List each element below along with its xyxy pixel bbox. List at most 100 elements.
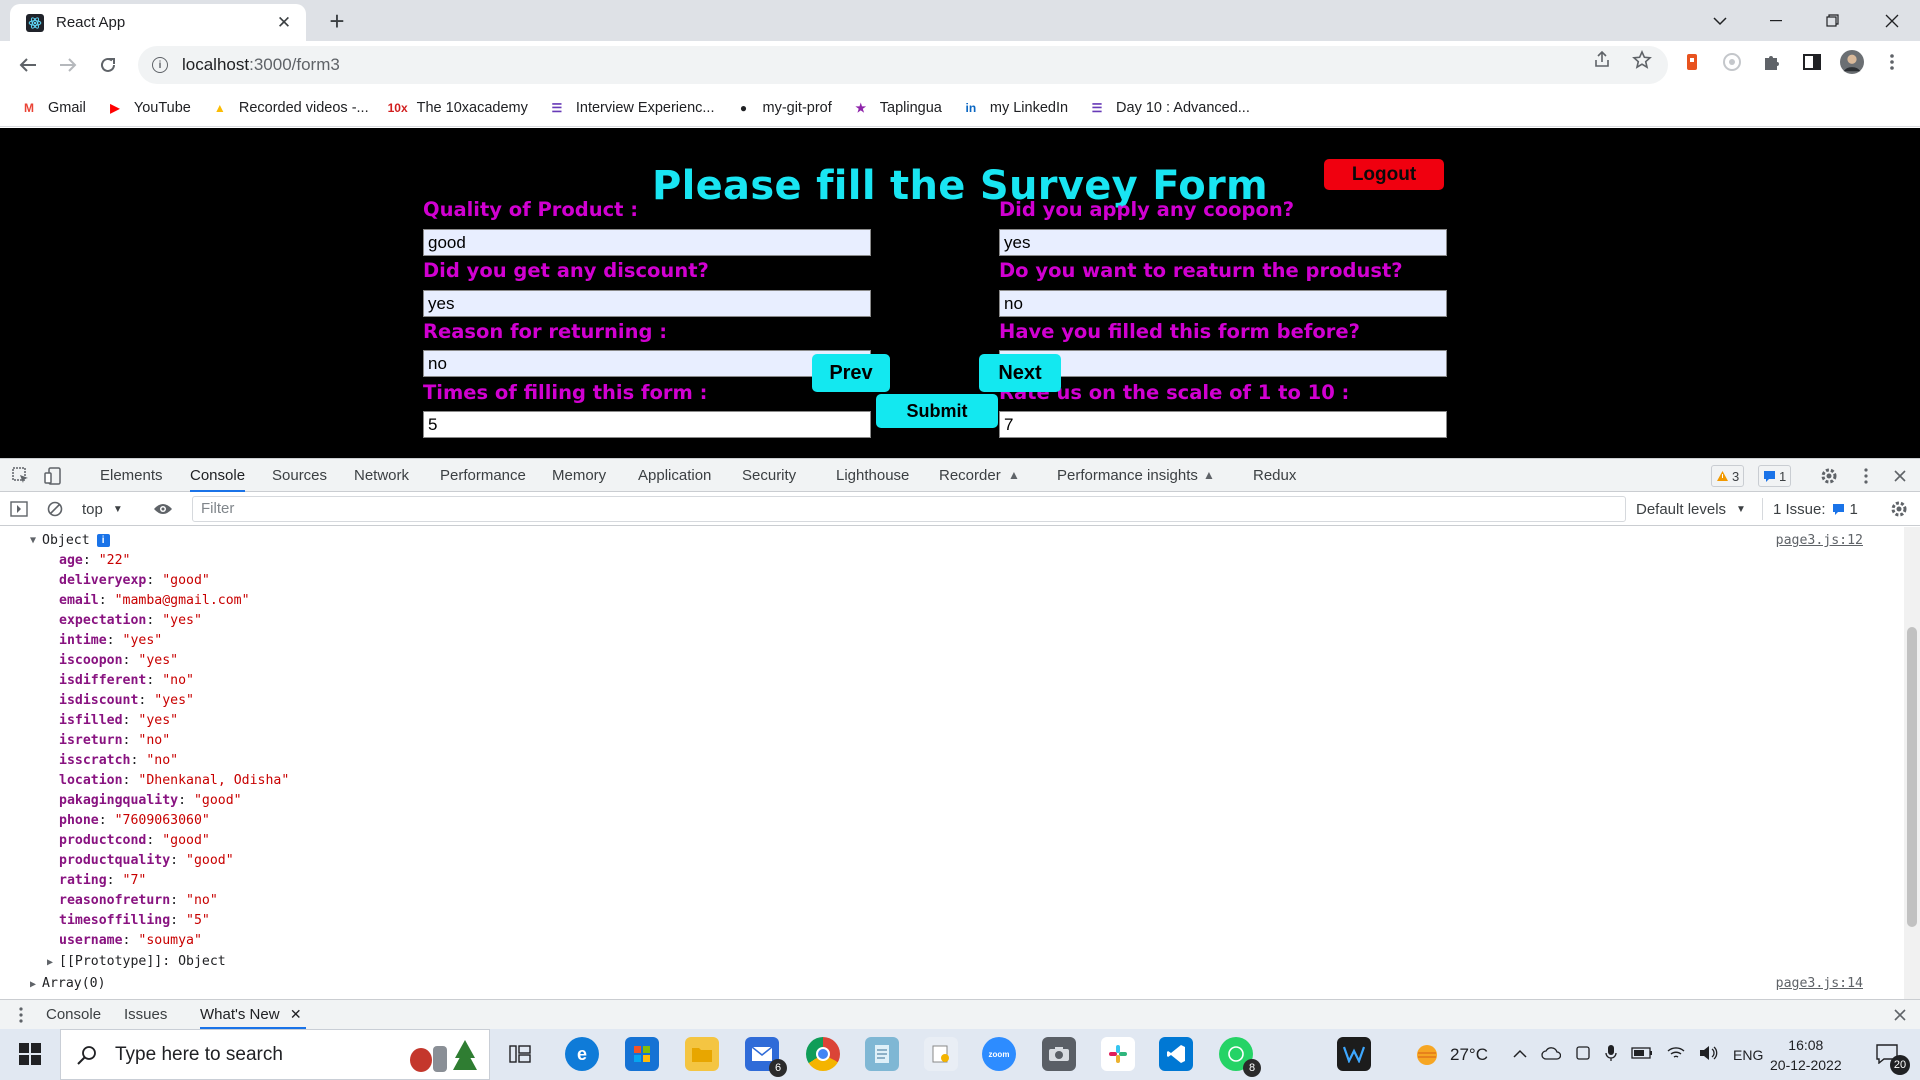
profile-avatar[interactable] <box>1840 50 1864 74</box>
expand-triangle-icon[interactable]: ▼ <box>30 535 42 546</box>
devtools-tab-performance[interactable]: Performance <box>440 459 526 492</box>
maximize-button[interactable] <box>1804 0 1860 41</box>
devtools-tab-recorder[interactable]: Recorder <box>939 459 1001 492</box>
close-tab-icon[interactable]: ✕ <box>274 13 294 33</box>
log-levels-dropdown[interactable]: Default levels ▼ <box>1636 492 1746 526</box>
extension-red-icon[interactable] <box>1680 50 1704 74</box>
object-property[interactable]: productquality: "good" <box>59 853 234 871</box>
console-filter-input[interactable]: Filter <box>192 496 1626 522</box>
bookmark-item[interactable]: M Gmail <box>20 100 86 116</box>
close-window-button[interactable] <box>1864 0 1920 41</box>
bookmark-item[interactable]: in my LinkedIn <box>962 100 1069 116</box>
windows-start-icon[interactable] <box>13 1037 47 1071</box>
bookmark-item[interactable]: 10x The 10xacademy <box>388 100 528 116</box>
object-property[interactable]: email: "mamba@gmail.com" <box>59 593 250 611</box>
new-tab-button[interactable]: + <box>323 8 351 36</box>
prototype-entry[interactable]: ▶ [[Prototype]]: Object <box>47 954 226 972</box>
object-log-entry[interactable]: ▼ Object i <box>30 533 110 548</box>
filled-before-input[interactable] <box>999 350 1447 377</box>
object-property[interactable]: timesoffilling: "5" <box>59 913 210 931</box>
drawer-menu-icon[interactable] <box>10 1004 32 1026</box>
times-filling-input[interactable]: 5 <box>423 411 871 438</box>
object-property[interactable]: isreturn: "no" <box>59 733 170 751</box>
bookmark-item[interactable]: ★ Taplingua <box>852 100 941 116</box>
object-property[interactable]: isscratch: "no" <box>59 753 178 771</box>
quality-of-product-input[interactable]: good <box>423 229 871 256</box>
zoom-icon[interactable]: zoom <box>982 1037 1016 1071</box>
back-icon[interactable] <box>12 49 44 81</box>
object-property[interactable]: iscoopon: "yes" <box>59 653 178 671</box>
devtools-menu-icon[interactable] <box>1855 465 1877 487</box>
object-property[interactable]: phone: "7609063060" <box>59 813 210 831</box>
extension-gray-icon[interactable] <box>1720 50 1744 74</box>
share-icon[interactable] <box>1592 50 1612 70</box>
return-product-input[interactable]: no <box>999 290 1447 317</box>
object-property[interactable]: productcond: "good" <box>59 833 210 851</box>
rating-input[interactable]: 7 <box>999 411 1447 438</box>
devtools-tab-application[interactable]: Application <box>638 459 711 492</box>
object-property[interactable]: expectation: "yes" <box>59 613 202 631</box>
console-settings-gear-icon[interactable] <box>1888 498 1910 520</box>
object-property[interactable]: location: "Dhenkanal, Odisha" <box>59 773 289 791</box>
warnings-badge[interactable]: 3 <box>1711 465 1745 487</box>
close-drawer-icon[interactable] <box>1889 1004 1911 1026</box>
file-explorer-icon[interactable] <box>685 1037 719 1071</box>
bookmark-star-icon[interactable] <box>1632 50 1652 70</box>
object-property[interactable]: pakagingquality: "good" <box>59 793 242 811</box>
messages-badge[interactable]: 1 <box>1758 465 1792 487</box>
device-toolbar-icon[interactable] <box>42 465 64 487</box>
camera-icon[interactable] <box>1042 1037 1076 1071</box>
devtools-tab-elements[interactable]: Elements <box>100 459 163 492</box>
webstorm-app-icon[interactable] <box>1337 1037 1371 1071</box>
object-property[interactable]: intime: "yes" <box>59 633 162 651</box>
drawer-tab-issues[interactable]: Issues <box>124 1000 167 1029</box>
close-devtools-icon[interactable] <box>1889 465 1911 487</box>
object-property[interactable]: reasonofreturn: "no" <box>59 893 218 911</box>
vscode-icon[interactable] <box>1159 1037 1193 1071</box>
clear-console-icon[interactable] <box>44 498 66 520</box>
object-property[interactable]: isdiscount: "yes" <box>59 693 194 711</box>
submit-button[interactable]: Submit <box>876 394 998 428</box>
whatsapp-icon[interactable]: 8 <box>1219 1037 1261 1077</box>
drawer-tab-whats-new[interactable]: What's New ✕ <box>200 1000 306 1029</box>
source-link[interactable]: page3.js:12 <box>1776 533 1863 548</box>
side-panel-icon[interactable] <box>1800 50 1824 74</box>
bookmark-item[interactable]: ☰ Day 10 : Advanced... <box>1088 100 1250 116</box>
devtools-tab-security[interactable]: Security <box>742 459 796 492</box>
bookmark-item[interactable]: ▶ YouTube <box>106 100 191 116</box>
devtools-tab-sources[interactable]: Sources <box>272 459 327 492</box>
drawer-tab-console[interactable]: Console <box>46 1000 101 1029</box>
site-info-icon[interactable]: i <box>152 57 168 73</box>
array-log-entry[interactable]: ▶ Array(0) <box>30 976 106 994</box>
microphone-icon[interactable] <box>1605 1044 1617 1066</box>
volume-icon[interactable] <box>1699 1045 1719 1065</box>
bookmark-item[interactable]: ☰ Interview Experienc... <box>548 100 714 116</box>
devtools-tab-redux[interactable]: Redux <box>1253 459 1296 492</box>
inspect-element-icon[interactable] <box>10 465 32 487</box>
minimize-button[interactable] <box>1748 0 1804 41</box>
weather-widget[interactable]: 27°C <box>1414 1029 1488 1080</box>
task-view-icon[interactable] <box>503 1037 537 1071</box>
object-property[interactable]: rating: "7" <box>59 873 146 891</box>
address-bar[interactable]: i localhost:3000/form3 <box>138 46 1668 84</box>
reason-for-returning-input[interactable]: no <box>423 350 871 377</box>
bookmark-item[interactable]: ● my-git-prof <box>734 100 832 116</box>
edge-browser-icon[interactable]: e <box>565 1037 599 1071</box>
forward-icon[interactable] <box>52 49 84 81</box>
devtools-tab-lighthouse[interactable]: Lighthouse <box>836 459 909 492</box>
bookmark-item[interactable]: ▲ Recorded videos -... <box>211 100 369 116</box>
coupon-input[interactable]: yes <box>999 229 1447 256</box>
discount-input[interactable]: yes <box>423 290 871 317</box>
devtools-tab-console[interactable]: Console <box>190 459 246 492</box>
clock[interactable]: 16:08 20-12-2022 <box>1770 1029 1842 1080</box>
object-property[interactable]: age: "22" <box>59 553 130 571</box>
console-scrollbar[interactable] <box>1904 527 1920 999</box>
meet-now-icon[interactable] <box>1575 1045 1591 1065</box>
wifi-icon[interactable] <box>1667 1046 1685 1064</box>
show-hidden-icons-chevron-icon[interactable] <box>1513 1046 1527 1063</box>
slack-icon[interactable] <box>1101 1037 1135 1071</box>
paint-icon[interactable] <box>924 1037 958 1071</box>
tab-search-icon[interactable] <box>1692 0 1748 41</box>
battery-icon[interactable] <box>1631 1046 1653 1063</box>
issues-counter[interactable]: 1 Issue: 1 <box>1762 498 1858 520</box>
